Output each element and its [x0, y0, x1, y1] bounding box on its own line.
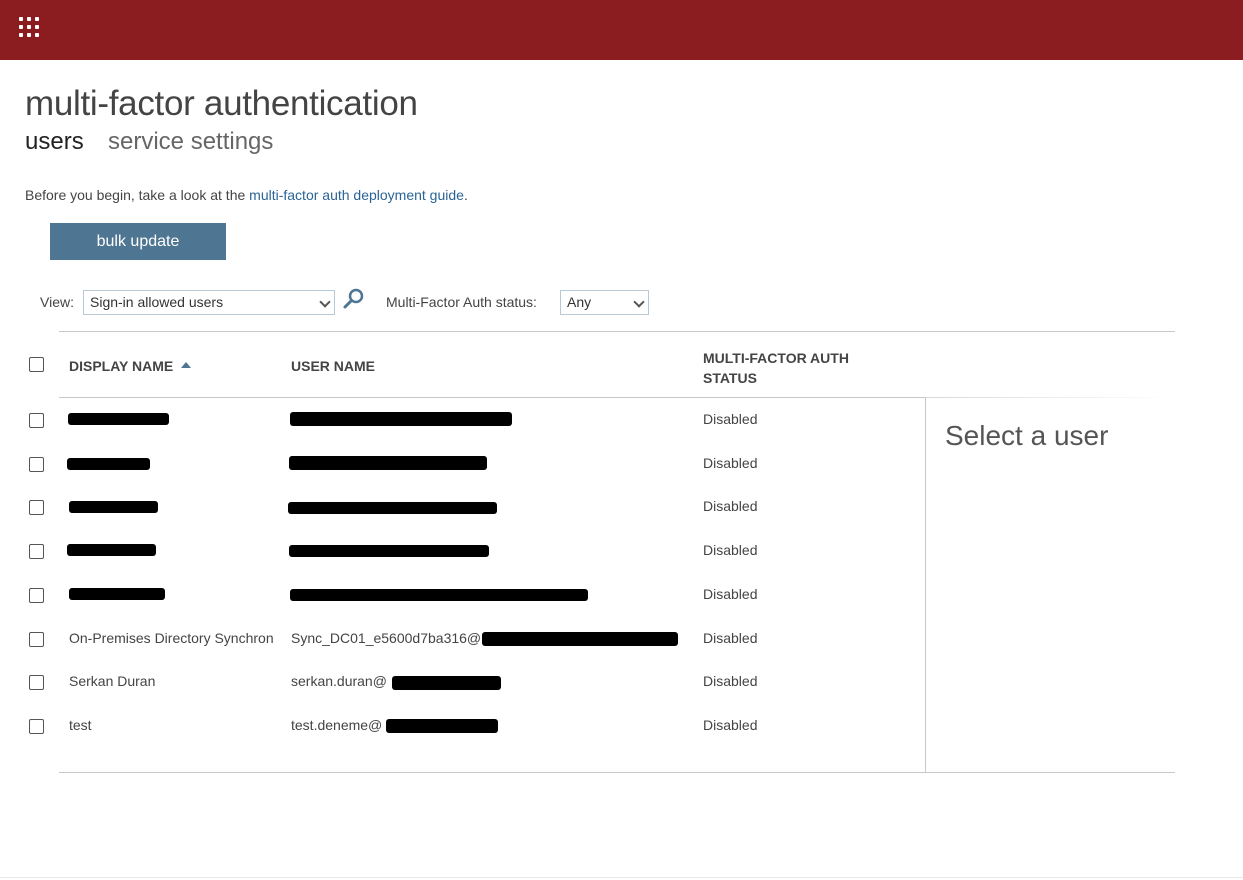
waffle-grid-icon[interactable]	[19, 17, 39, 37]
row-checkbox[interactable]	[29, 544, 44, 559]
view-select[interactable]: Sign-in allowed users	[83, 290, 335, 315]
user-name-cell: Sync_DC01_e5600d7ba316@	[291, 630, 482, 646]
redacted-user-domain	[386, 719, 498, 733]
mfa-status-cell: Disabled	[703, 586, 758, 602]
table-bottom-divider	[59, 772, 1175, 773]
table-top-divider	[59, 331, 1175, 332]
redacted-user-name	[288, 502, 497, 514]
redacted-display-name	[68, 413, 169, 425]
mfa-status-cell: Disabled	[703, 498, 758, 514]
redacted-display-name	[67, 458, 150, 470]
mfa-status-cell: Disabled	[703, 455, 758, 471]
top-bar	[0, 0, 1243, 60]
mfa-status-select[interactable]: Any	[560, 290, 649, 315]
redacted-user-domain	[482, 632, 678, 646]
deployment-guide-link[interactable]: multi-factor auth deployment guide	[249, 187, 464, 203]
display-name-cell: test	[69, 717, 92, 733]
redacted-display-name	[69, 588, 165, 600]
page-title: multi-factor authentication	[25, 84, 418, 123]
select-user-placeholder: Select a user	[945, 420, 1109, 451]
mfa-status-cell: Disabled	[703, 411, 758, 427]
detail-panel-top-divider	[925, 397, 1175, 398]
column-header-mfa-status[interactable]: MULTI-FACTOR AUTH STATUS	[703, 348, 849, 388]
bulk-update-button[interactable]: bulk update	[50, 223, 226, 260]
mfa-status-cell: Disabled	[703, 673, 758, 689]
row-checkbox[interactable]	[29, 675, 44, 690]
row-checkbox[interactable]	[29, 500, 44, 515]
redacted-user-domain	[392, 676, 501, 690]
tab-users[interactable]: users	[25, 128, 84, 156]
mfa-status-cell: Disabled	[703, 630, 758, 646]
display-name-cell: On-Premises Directory Synchronization Se…	[69, 630, 273, 646]
column-header-mfa-status-line1: MULTI-FACTOR AUTH	[703, 350, 849, 366]
page-bottom-divider	[0, 877, 1243, 878]
table-header-divider	[59, 397, 925, 398]
chevron-down-icon	[319, 296, 331, 308]
intro-text-suffix: .	[463, 187, 468, 203]
user-name-cell: test.deneme@	[291, 717, 383, 733]
row-checkbox[interactable]	[29, 719, 44, 734]
row-checkbox[interactable]	[29, 413, 44, 428]
column-header-display-name[interactable]: DISPLAY NAME	[69, 358, 192, 374]
detail-panel-divider	[925, 397, 926, 773]
row-checkbox[interactable]	[29, 457, 44, 472]
view-label: View:	[40, 294, 74, 310]
mfa-status-select-value: Any	[567, 294, 592, 310]
redacted-user-name	[290, 412, 512, 426]
search-icon[interactable]	[342, 287, 366, 311]
select-all-checkbox[interactable]	[29, 357, 44, 372]
row-checkbox[interactable]	[29, 588, 44, 603]
chevron-down-icon	[633, 296, 645, 308]
column-header-user-name[interactable]: USER NAME	[291, 358, 375, 374]
intro-text-prefix: Before you begin, take a look at the	[25, 187, 250, 203]
display-name-cell: Serkan Duran	[69, 673, 156, 689]
sort-ascending-icon	[181, 362, 192, 368]
redacted-user-name	[290, 589, 588, 601]
column-header-display-name-label: DISPLAY NAME	[69, 358, 174, 374]
redacted-user-name	[289, 545, 489, 557]
row-checkbox[interactable]	[29, 632, 44, 647]
mfa-status-cell: Disabled	[703, 717, 758, 733]
mfa-status-label: Multi-Factor Auth status:	[386, 294, 537, 310]
mfa-status-cell: Disabled	[703, 542, 758, 558]
tab-service-settings[interactable]: service settings	[108, 128, 273, 156]
column-header-mfa-status-line2: STATUS	[703, 370, 757, 386]
view-select-value: Sign-in allowed users	[90, 294, 224, 310]
user-name-cell: serkan.duran@	[291, 673, 387, 689]
redacted-display-name	[69, 501, 158, 513]
redacted-display-name	[67, 544, 156, 556]
redacted-user-name	[289, 456, 487, 470]
intro-text: Before you begin, take a look at the mul…	[25, 187, 468, 203]
